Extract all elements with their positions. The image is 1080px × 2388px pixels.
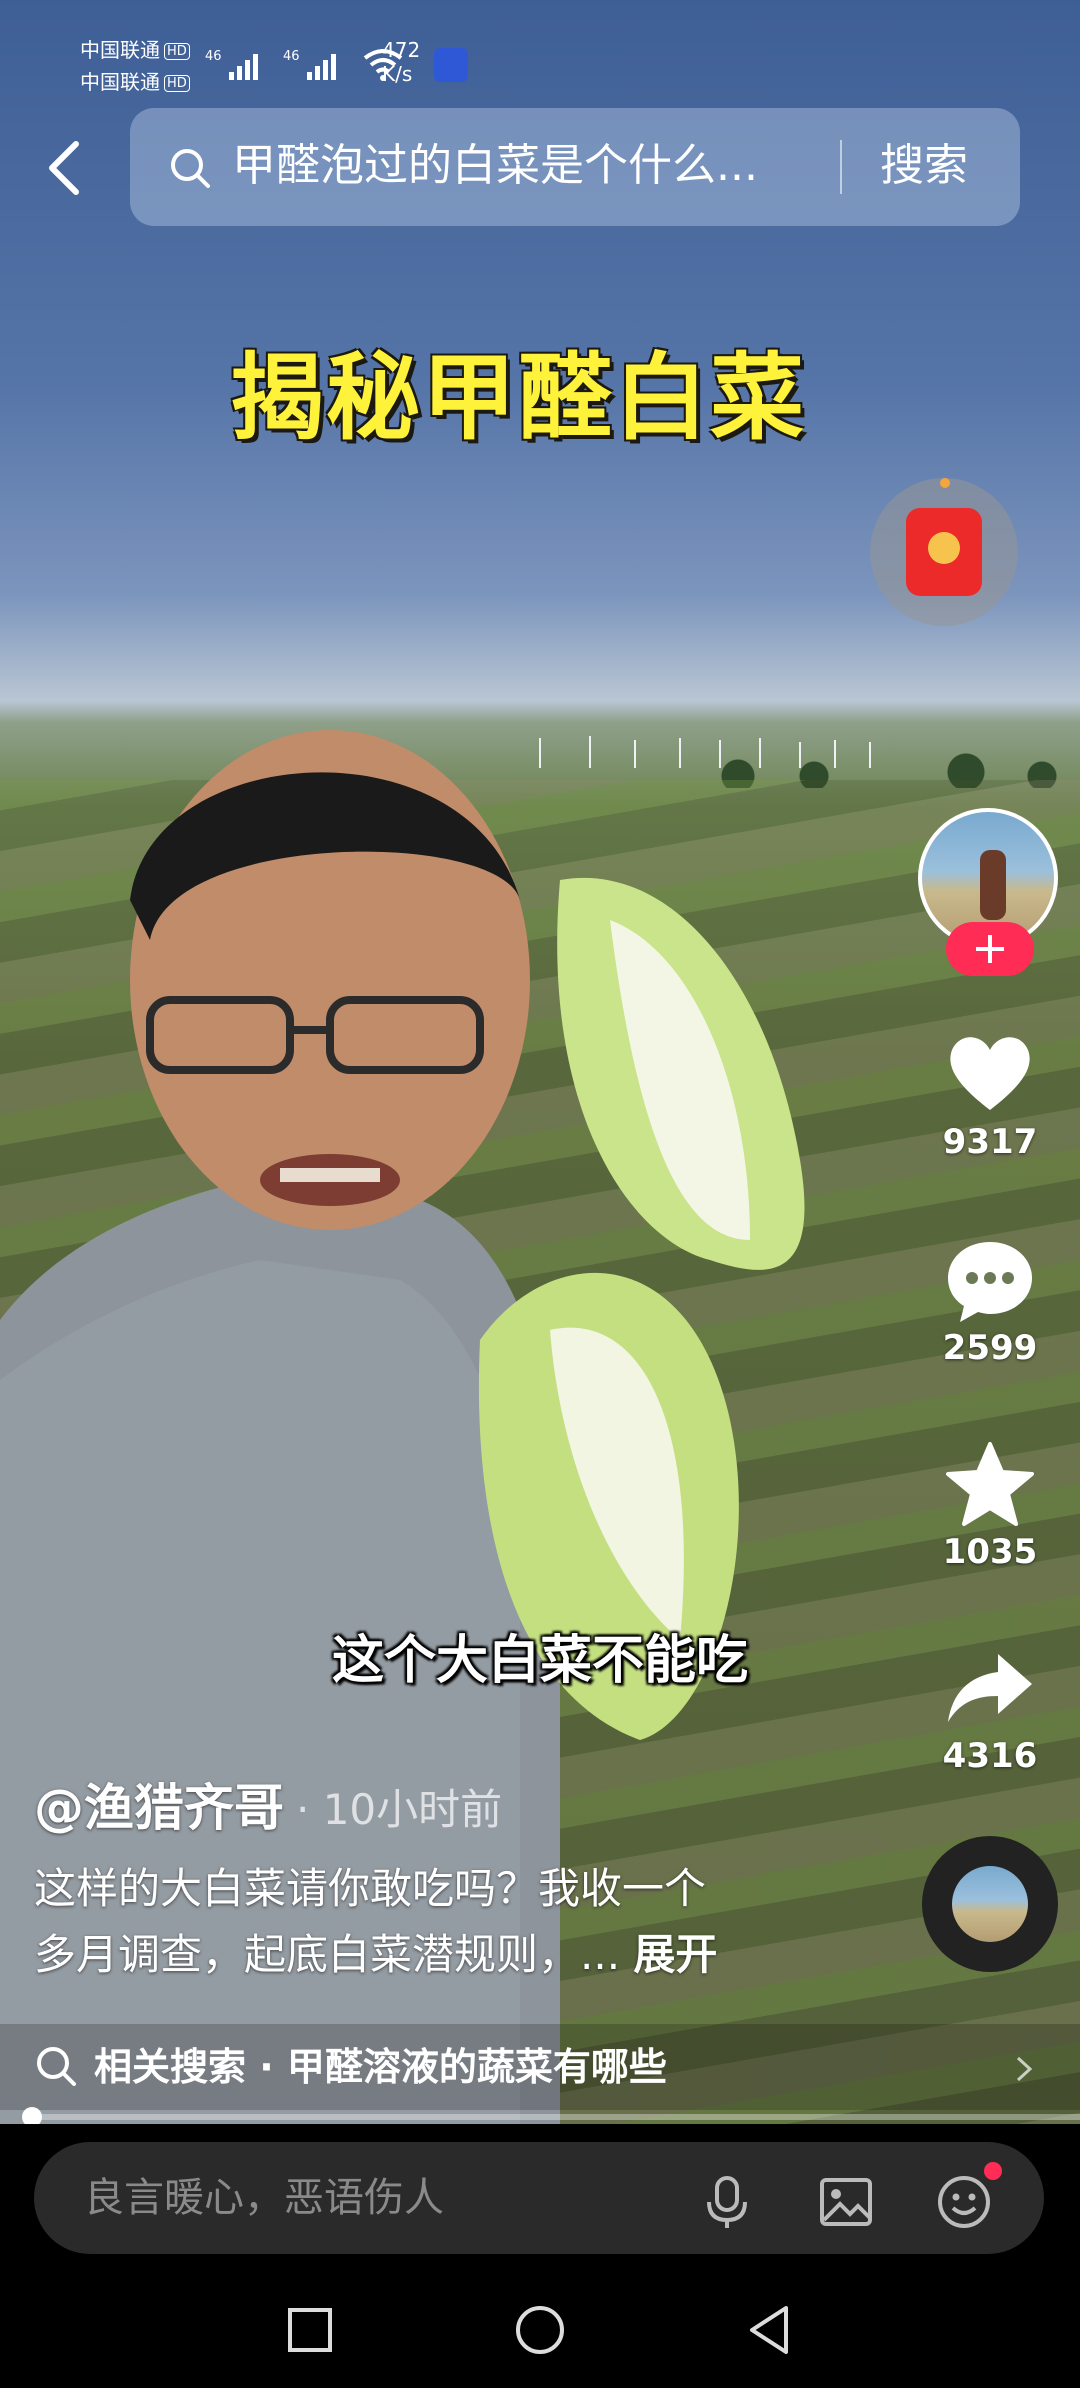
image-icon[interactable]	[816, 2172, 876, 2232]
share-button[interactable]: 4316	[920, 1640, 1060, 1776]
related-search-text: 相关搜索 · 甲醛溶液的蔬菜有哪些	[94, 2045, 667, 2089]
comment-bar: 良言暖心，恶语伤人	[0, 2124, 1080, 2272]
chevron-right-icon	[1016, 2056, 1033, 2082]
signal-icon: 46	[205, 49, 258, 80]
red-envelope-button[interactable]	[870, 478, 1018, 626]
red-envelope-icon	[906, 508, 982, 596]
search-icon	[37, 2047, 76, 2086]
search-bar[interactable]: 甲醛泡过的白菜是个什么... 搜索	[130, 108, 1020, 226]
post-time: · 10小时前	[296, 1785, 503, 1834]
microphone-icon[interactable]	[697, 2172, 757, 2232]
carrier-2: 中国联通 HD	[80, 66, 190, 95]
emoji-icon[interactable]	[934, 2172, 994, 2232]
related-search-bar[interactable]: 相关搜索 · 甲醛溶液的蔬菜有哪些	[0, 2024, 1080, 2110]
like-count: 9317	[942, 1122, 1038, 1162]
video-description[interactable]: 这样的大白菜请你敢吃吗？我收一个 多月调查，起底白菜潜规则，... 展开	[34, 1856, 784, 1988]
comment-input[interactable]: 良言暖心，恶语伤人	[34, 2142, 1044, 2254]
comment-button[interactable]: 2599	[920, 1232, 1060, 1368]
recents-icon[interactable]	[282, 2302, 338, 2358]
video-title-overlay: 揭秘甲醛白菜	[230, 344, 807, 453]
status-bar: 中国联通 HD 中国联通 HD 46 46 472 K/s	[0, 0, 1080, 100]
heart-icon	[950, 1037, 1030, 1110]
author-name[interactable]: @渔猎齐哥	[34, 1768, 284, 1840]
comment-placeholder: 良言暖心，恶语伤人	[84, 2175, 444, 2221]
back-arrow-icon[interactable]	[40, 138, 90, 198]
net-speed: 472 K/s	[382, 38, 421, 86]
signal-icons: 46 46	[205, 44, 405, 84]
expand-link[interactable]: 展开	[633, 1930, 717, 1979]
share-count: 4316	[942, 1736, 1038, 1776]
search-query[interactable]: 甲醛泡过的白菜是个什么...	[232, 136, 852, 196]
favorite-count: 1035	[942, 1532, 1038, 1572]
svg-text:46: 46	[283, 49, 300, 64]
search-divider	[840, 140, 842, 194]
search-icon	[171, 149, 210, 188]
svg-text:46: 46	[205, 49, 222, 64]
search-button[interactable]: 搜索	[880, 136, 968, 196]
carrier-1: 中国联通 HD	[80, 34, 190, 63]
video-screen: 揭秘甲醛白菜 这个大白菜不能吃 中国联通 HD 中国联通 HD 46 46 47…	[0, 0, 1080, 2388]
signal-icon: 46	[283, 49, 336, 80]
system-nav-bar	[0, 2272, 1080, 2388]
favorite-button[interactable]: 1035	[920, 1436, 1060, 1572]
comment-icon	[948, 1242, 1032, 1322]
comment-count: 2599	[942, 1328, 1038, 1368]
back-triangle-icon[interactable]	[742, 2302, 798, 2358]
video-subtitle: 这个大白菜不能吃	[331, 1631, 748, 1691]
home-icon[interactable]	[512, 2302, 568, 2358]
video-progress-bar[interactable]	[22, 2107, 1080, 2127]
emoji-notification-dot	[984, 2162, 1002, 2180]
like-button[interactable]: 9317	[920, 1026, 1060, 1162]
red-envelope-dot	[940, 478, 950, 488]
star-icon	[946, 1442, 1034, 1526]
app-notification-icon	[434, 48, 468, 82]
description-line-2: 多月调查，起底白菜潜规则，... 展开	[34, 1930, 718, 1979]
follow-button[interactable]	[946, 922, 1034, 976]
description-line-1: 这样的大白菜请你敢吃吗？我收一个	[34, 1864, 707, 1913]
music-disc[interactable]	[922, 1836, 1058, 1972]
share-icon	[948, 1654, 1032, 1722]
